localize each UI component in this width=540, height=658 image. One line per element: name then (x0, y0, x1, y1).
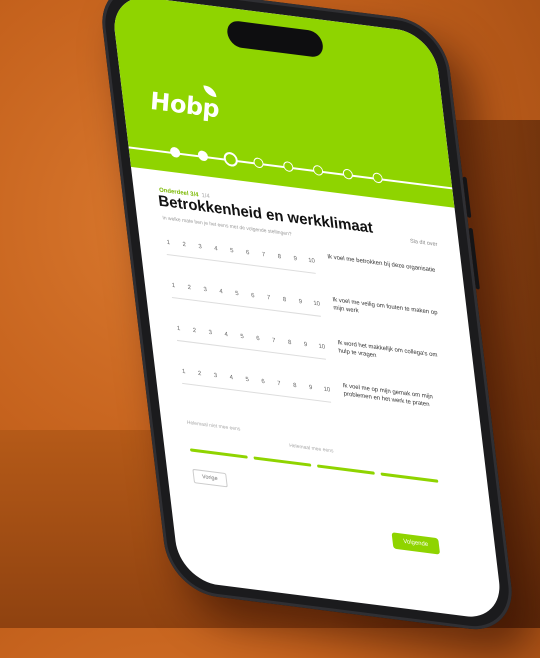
section-step (189, 448, 248, 459)
rating-option[interactable]: 3 (207, 330, 214, 337)
previous-button[interactable]: Vorige (192, 468, 228, 488)
rating-option[interactable]: 1 (175, 326, 182, 333)
scale-label-high: Helemaal mee eens (288, 442, 334, 455)
rating-option[interactable]: 10 (323, 387, 330, 394)
rating-option[interactable]: 9 (292, 256, 299, 263)
rating-option[interactable]: 9 (302, 342, 309, 349)
rating-option[interactable]: 8 (292, 383, 299, 390)
rating-option[interactable]: 1 (170, 283, 177, 290)
rating-option[interactable]: 5 (244, 377, 251, 384)
rating-option[interactable]: 2 (186, 285, 193, 292)
rating-option[interactable]: 4 (218, 289, 225, 296)
rating-option[interactable]: 6 (260, 379, 267, 386)
rating-option[interactable]: 4 (213, 246, 220, 253)
rating-option[interactable]: 2 (196, 371, 203, 378)
section-step (316, 464, 375, 475)
skip-link[interactable]: Sla dit over (410, 238, 438, 248)
progress-step (312, 164, 324, 177)
progress-step (197, 150, 209, 162)
rating-scale: 1 2 3 4 5 6 7 8 9 10 (175, 326, 326, 351)
rating-option[interactable]: 8 (286, 340, 293, 347)
next-button[interactable]: Volgende (391, 532, 441, 555)
rating-option[interactable]: 5 (234, 291, 241, 298)
rating-option[interactable]: 9 (297, 299, 304, 306)
rating-option[interactable]: 6 (255, 336, 262, 343)
rating-option[interactable]: 3 (202, 287, 209, 294)
progress-step (252, 157, 265, 169)
progress-step (282, 160, 294, 173)
progress-step (342, 168, 354, 180)
side-button (468, 227, 480, 290)
question-text: Ik word het makkelijk om collega's om hu… (337, 340, 438, 359)
rating-option[interactable]: 1 (165, 240, 172, 247)
section-step (380, 472, 439, 483)
rating-option[interactable]: 4 (223, 332, 230, 339)
question-text: Ik voel me op mijn gemak om mijn problem… (342, 383, 434, 408)
rating-option[interactable]: 4 (228, 375, 235, 382)
rating-option[interactable]: 5 (239, 334, 246, 341)
rating-option[interactable]: 6 (250, 293, 257, 300)
rating-option[interactable]: 10 (318, 344, 325, 351)
rating-option[interactable]: 9 (307, 385, 314, 392)
rating-option[interactable]: 8 (281, 297, 288, 304)
rating-scale: 1 2 3 4 5 6 7 8 9 10 (170, 283, 320, 308)
phone-body: Hobp Onderdeel 3/4 1/4 Betrokkenheid en w… (96, 0, 518, 635)
rating-option[interactable]: 5 (229, 248, 236, 255)
rating-option[interactable]: 8 (276, 254, 283, 261)
rating-option[interactable]: 7 (276, 381, 283, 388)
phone-screen: Hobp Onderdeel 3/4 1/4 Betrokkenheid en w… (110, 0, 504, 622)
rating-option[interactable]: 10 (308, 258, 315, 265)
progress-step (169, 146, 181, 159)
rating-option[interactable]: 3 (197, 244, 204, 251)
section-steps (189, 448, 439, 483)
rating-option[interactable]: 6 (244, 250, 251, 257)
rating-option[interactable]: 3 (212, 373, 219, 380)
rating-option[interactable]: 7 (265, 295, 272, 302)
question-text: Ik voel me betrokken bij deze organisati… (327, 254, 436, 274)
phone: Hobp Onderdeel 3/4 1/4 Betrokkenheid en w… (96, 0, 518, 658)
rating-option[interactable]: 1 (180, 369, 187, 376)
rating-option[interactable]: 7 (260, 252, 267, 259)
rating-option[interactable]: 7 (271, 338, 278, 345)
progress-step (372, 172, 384, 184)
rating-scale: 1 2 3 4 5 6 7 8 9 10 (180, 369, 331, 394)
progress-step-current (222, 151, 239, 168)
rating-scale: 1 2 3 4 5 6 7 8 9 10 (165, 240, 315, 265)
rating-option[interactable]: 2 (181, 242, 188, 249)
side-button (462, 176, 472, 218)
rating-option[interactable]: 10 (313, 301, 320, 308)
scale-label-low: Helemaal niet mee eens (186, 419, 241, 433)
section-step (253, 456, 312, 467)
question-text: Ik voel me veilig om fouten te maken op … (332, 297, 438, 317)
rating-option[interactable]: 2 (191, 328, 198, 335)
